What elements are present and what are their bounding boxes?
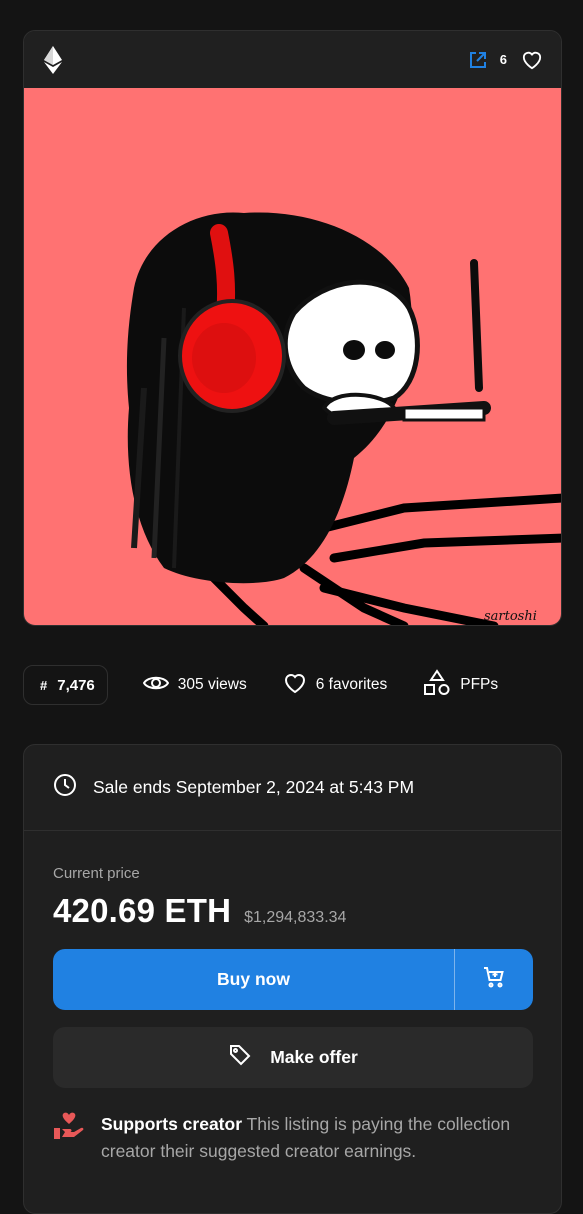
views-stat: 305 views	[142, 674, 247, 697]
category-stat[interactable]: PFPs	[423, 668, 499, 702]
category-label: PFPs	[460, 676, 499, 693]
add-to-cart-button[interactable]	[455, 949, 533, 1010]
price-label: Current price	[53, 865, 140, 882]
favorites-count: 6	[499, 52, 507, 67]
buy-now-button[interactable]: Buy now	[53, 949, 454, 1010]
sale-ends-header: Sale ends September 2, 2024 at 5:43 PM	[24, 745, 561, 831]
price-usd: $1,294,833.34	[244, 909, 347, 926]
token-id: 7,476	[57, 676, 95, 694]
external-link-icon[interactable]	[468, 50, 488, 70]
tag-icon	[228, 1043, 252, 1072]
eye-icon	[142, 674, 169, 697]
hand-heart-icon	[53, 1111, 85, 1165]
sale-panel: Sale ends September 2, 2024 at 5:43 PM C…	[23, 744, 562, 1214]
card-header: 6	[24, 31, 561, 88]
nft-card: 6 sartoshi	[23, 30, 562, 626]
nft-artwork[interactable]: sartoshi	[24, 88, 561, 625]
buy-row: Buy now	[53, 949, 533, 1010]
price-eth: 420.69 ETH	[53, 892, 232, 929]
cart-icon	[482, 965, 506, 994]
creator-earnings-note: Supports creator This listing is paying …	[53, 1111, 513, 1165]
make-offer-label: Make offer	[270, 1047, 358, 1067]
heart-icon	[283, 672, 307, 699]
favorites-stat[interactable]: 6 favorites	[283, 672, 388, 699]
price-block: Current price 420.69 ETH $1,294,833.34	[24, 831, 561, 930]
creator-title: Supports creator	[101, 1114, 242, 1134]
shapes-icon	[423, 668, 451, 702]
clock-icon	[53, 773, 77, 802]
favorites-label: 6 favorites	[315, 676, 388, 693]
sale-ends-text: Sale ends September 2, 2024 at 5:43 PM	[93, 777, 415, 797]
heart-icon[interactable]	[521, 50, 543, 70]
svg-text:sartoshi: sartoshi	[484, 609, 537, 624]
token-hash: #	[40, 677, 48, 693]
views-label: 305 views	[177, 676, 247, 693]
ethereum-icon	[44, 45, 62, 74]
make-offer-button[interactable]: Make offer	[53, 1027, 533, 1088]
stats-row: # 7,476 305 views 6 favorites PFPs	[23, 665, 543, 705]
token-id-chip: # 7,476	[23, 665, 108, 705]
